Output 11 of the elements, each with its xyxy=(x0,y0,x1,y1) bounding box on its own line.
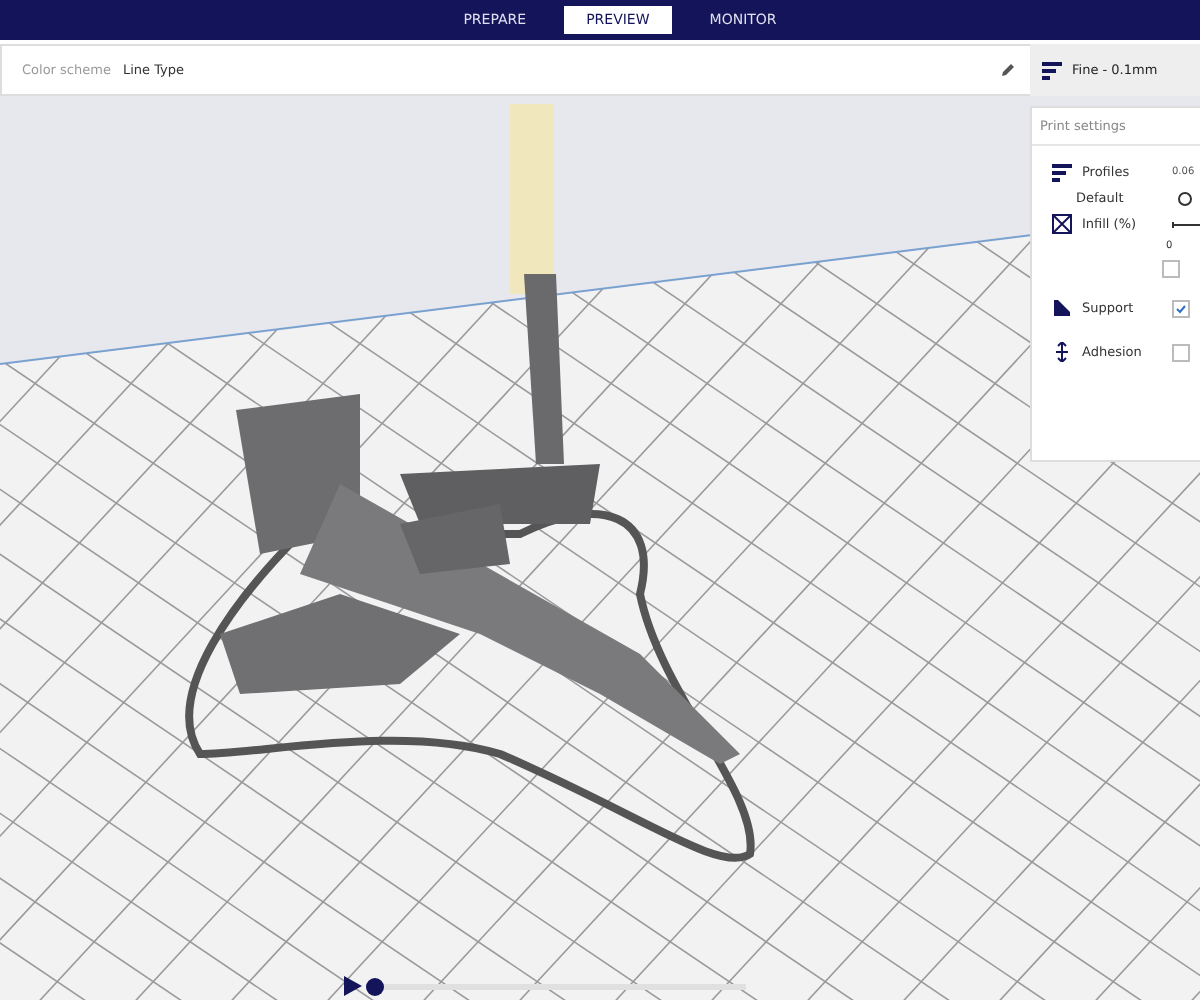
support-icon xyxy=(1052,298,1072,318)
adhesion-icon xyxy=(1052,342,1072,362)
play-icon[interactable] xyxy=(344,976,362,996)
pencil-icon[interactable] xyxy=(1000,62,1016,78)
profile-icon xyxy=(1042,61,1062,79)
slider-handle[interactable] xyxy=(1178,191,1192,205)
infill-icon xyxy=(1052,214,1072,234)
checkbox[interactable] xyxy=(1162,259,1180,277)
checkbox[interactable] xyxy=(1172,343,1190,361)
profile-icon xyxy=(1052,163,1072,181)
checkbox[interactable] xyxy=(1172,299,1190,317)
